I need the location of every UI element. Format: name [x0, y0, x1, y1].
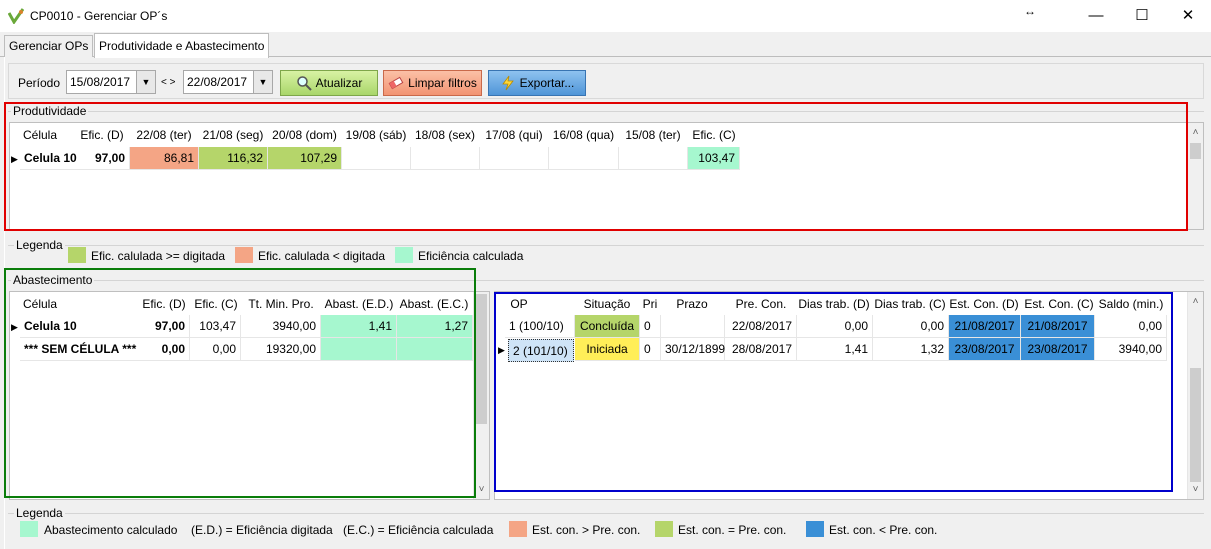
legend-swatch-green: [655, 521, 673, 537]
export-button[interactable]: Exportar...: [488, 70, 586, 96]
chevron-down-icon[interactable]: ▼: [253, 71, 272, 93]
legend-swatch-salmon: [235, 247, 253, 263]
date-to-value: 22/08/2017: [187, 75, 248, 89]
magnifier-icon: [296, 76, 312, 91]
legend-swatch-salmon: [509, 521, 527, 537]
lightning-icon: [501, 75, 514, 91]
export-label: Exportar...: [519, 76, 575, 90]
legend-label: Est. con. > Pre. con.: [532, 523, 641, 537]
legend-swatch-mint: [20, 521, 38, 537]
scroll-down-icon[interactable]: ˅: [1188, 484, 1203, 495]
group-divider: [8, 245, 1204, 246]
eraser-icon: [388, 76, 404, 90]
legend-label: Est. con. < Pre. con.: [829, 523, 938, 537]
minimize-button[interactable]: —: [1073, 0, 1119, 32]
legend-swatch-mint: [395, 247, 413, 263]
legenda1-title: Legenda: [14, 238, 65, 252]
window-title: CP0010 - Gerenciar OP´s: [30, 9, 168, 23]
update-label: Atualizar: [315, 76, 363, 90]
legend-swatch-blue: [806, 521, 824, 537]
legend-label: (E.D.) = Eficiência digitada: [191, 523, 333, 537]
scroll-thumb[interactable]: [1190, 368, 1201, 482]
legenda2-title: Legenda: [14, 506, 65, 520]
legend-label: Est. con. = Pre. con.: [678, 523, 787, 537]
maximize-button[interactable]: ☐: [1119, 0, 1165, 32]
legend-label: Efic. calulada >= digitada: [91, 249, 226, 263]
group-divider: [8, 513, 1204, 514]
scroll-thumb[interactable]: [476, 294, 487, 424]
tab-gerenciar-ops[interactable]: Gerenciar OPs: [4, 35, 94, 57]
scroll-thumb[interactable]: [1190, 143, 1201, 159]
close-button[interactable]: ✕: [1165, 0, 1211, 32]
legend-label: Eficiência calculada: [418, 249, 524, 263]
period-label: Período: [18, 76, 61, 90]
date-from-picker[interactable]: 15/08/2017 ▼: [66, 70, 156, 94]
tab-produtividade-abastecimento[interactable]: Produtividade e Abastecimento: [94, 33, 270, 58]
update-button[interactable]: Atualizar: [280, 70, 378, 96]
clear-filters-label: Limpar filtros: [408, 76, 477, 90]
ops-scrollbar[interactable]: ˄ ˅: [1187, 292, 1203, 499]
clear-filters-button[interactable]: Limpar filtros: [383, 70, 482, 96]
date-separator: < >: [161, 77, 176, 88]
scroll-up-icon[interactable]: ˄: [1188, 127, 1203, 138]
app-logo-icon: [8, 8, 24, 24]
scroll-up-icon[interactable]: ˄: [1188, 296, 1203, 307]
resize-cursor-icon: ↔: [1024, 4, 1036, 18]
legend-label: Abastecimento calculado: [44, 523, 178, 537]
abastecimento-highlight-box: [4, 268, 476, 498]
ops-highlight-box: [494, 292, 1173, 492]
legend-label: Efic. calulada < digitada: [258, 249, 386, 263]
produtividade-scrollbar[interactable]: ˄: [1187, 123, 1203, 229]
date-from-value: 15/08/2017: [70, 75, 131, 89]
produtividade-highlight-box: [4, 102, 1188, 231]
legend-label: (E.C.) = Eficiência calculada: [343, 523, 494, 537]
legend-swatch-green: [68, 247, 86, 263]
scroll-down-icon[interactable]: ˅: [474, 484, 489, 495]
date-to-picker[interactable]: 22/08/2017 ▼: [183, 70, 273, 94]
chevron-down-icon[interactable]: ▼: [136, 71, 155, 93]
